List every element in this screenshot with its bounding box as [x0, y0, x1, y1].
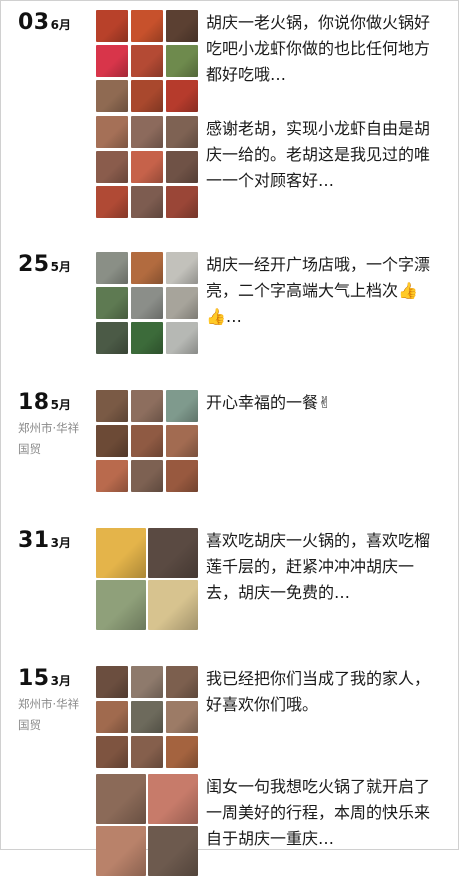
date-day: 18	[18, 390, 50, 415]
photo-grid[interactable]	[96, 390, 198, 492]
photo-thumbnail[interactable]	[131, 701, 163, 733]
photo-thumbnail[interactable]	[131, 10, 163, 42]
photo-thumbnail[interactable]	[131, 390, 163, 422]
photo-thumbnail[interactable]	[131, 116, 163, 148]
post-item[interactable]: 喜欢吃胡庆一火锅的，喜欢吃榴莲千层的，赶紧冲冲冲胡庆一去，胡庆一免费的…	[96, 528, 446, 632]
photo-thumbnail[interactable]	[131, 425, 163, 457]
photo-thumbnail[interactable]	[131, 252, 163, 284]
photo-thumbnail[interactable]	[148, 528, 198, 578]
location-label[interactable]: 郑州市·华祥国贸	[18, 418, 84, 460]
post-text[interactable]: 闺女一句我想吃火锅了就开启了一周美好的行程，本周的快乐来自于胡庆一重庆…	[206, 774, 444, 852]
photo-thumbnail[interactable]	[131, 460, 163, 492]
photo-thumbnail[interactable]	[96, 287, 128, 319]
photo-thumbnail[interactable]	[131, 80, 163, 112]
photo-thumbnail[interactable]	[96, 151, 128, 183]
photo-thumbnail[interactable]	[96, 826, 146, 876]
photo-thumbnail[interactable]	[96, 774, 146, 824]
photo-thumbnail[interactable]	[166, 666, 198, 698]
photo-thumbnail[interactable]	[166, 390, 198, 422]
post-text[interactable]: 我已经把你们当成了我的家人，好喜欢你们哦。	[206, 666, 444, 718]
photo-thumbnail[interactable]	[166, 116, 198, 148]
photo-thumbnail[interactable]	[166, 10, 198, 42]
date-month: 5月	[50, 398, 71, 412]
photo-thumbnail[interactable]	[148, 774, 198, 824]
photo-thumbnail[interactable]	[148, 826, 198, 876]
photo-thumbnail[interactable]	[166, 80, 198, 112]
photo-thumbnail[interactable]	[96, 45, 128, 77]
photo-thumbnail[interactable]	[96, 425, 128, 457]
post-text[interactable]: 喜欢吃胡庆一火锅的，喜欢吃榴莲千层的，赶紧冲冲冲胡庆一去，胡庆一免费的…	[206, 528, 444, 606]
photo-thumbnail[interactable]	[166, 252, 198, 284]
photo-thumbnail[interactable]	[96, 322, 128, 354]
photo-thumbnail[interactable]	[96, 252, 128, 284]
photo-thumbnail[interactable]	[166, 287, 198, 319]
photo-thumbnail[interactable]	[96, 528, 146, 578]
photo-thumbnail[interactable]	[166, 460, 198, 492]
location-label[interactable]: 郑州市·华祥国贸	[18, 694, 84, 736]
photo-thumbnail[interactable]	[131, 186, 163, 218]
post-text[interactable]: 开心幸福的一餐✌	[206, 390, 444, 416]
date-day: 25	[18, 252, 50, 277]
photo-thumbnail[interactable]	[131, 151, 163, 183]
post-text[interactable]: 胡庆一老火锅，你说你做火锅好吃吧小龙虾你做的也比任何地方都好吃哦…	[206, 10, 444, 88]
photo-thumbnail[interactable]	[96, 80, 128, 112]
date-label: 036月	[18, 10, 98, 35]
date-day: 15	[18, 666, 50, 691]
post-text[interactable]: 胡庆一经开广场店哦，一个字漂亮，二个字高端大气上档次👍👍…	[206, 252, 444, 330]
photo-thumbnail[interactable]	[166, 736, 198, 768]
photo-thumbnail[interactable]	[131, 287, 163, 319]
photo-thumbnail[interactable]	[131, 322, 163, 354]
date-month: 5月	[50, 260, 71, 274]
photo-grid[interactable]	[96, 10, 198, 112]
photo-grid[interactable]	[96, 666, 198, 768]
date-month: 6月	[50, 18, 71, 32]
photo-thumbnail[interactable]	[166, 186, 198, 218]
post-item[interactable]: 胡庆一经开广场店哦，一个字漂亮，二个字高端大气上档次👍👍…	[96, 252, 446, 356]
photo-thumbnail[interactable]	[96, 736, 128, 768]
post-item[interactable]: 感谢老胡，实现小龙虾自由是胡庆一给的。老胡这是我见过的唯一一个对顾客好…	[96, 116, 446, 220]
photo-grid[interactable]	[96, 528, 198, 630]
photo-thumbnail[interactable]	[96, 390, 128, 422]
photo-thumbnail[interactable]	[166, 151, 198, 183]
photo-thumbnail[interactable]	[96, 10, 128, 42]
date-label: 185月 郑州市·华祥国贸	[18, 390, 98, 460]
photo-thumbnail[interactable]	[96, 460, 128, 492]
date-label: 153月 郑州市·华祥国贸	[18, 666, 98, 736]
photo-thumbnail[interactable]	[96, 701, 128, 733]
post-item[interactable]: 胡庆一老火锅，你说你做火锅好吃吧小龙虾你做的也比任何地方都好吃哦…	[96, 10, 446, 114]
photo-thumbnail[interactable]	[131, 45, 163, 77]
photo-thumbnail[interactable]	[96, 580, 146, 630]
photo-grid[interactable]	[96, 252, 198, 354]
date-month: 3月	[50, 674, 71, 688]
photo-thumbnail[interactable]	[96, 186, 128, 218]
photo-grid[interactable]	[96, 116, 198, 218]
date-label: 255月	[18, 252, 98, 277]
post-item[interactable]: 闺女一句我想吃火锅了就开启了一周美好的行程，本周的快乐来自于胡庆一重庆…	[96, 774, 446, 878]
photo-thumbnail[interactable]	[166, 322, 198, 354]
post-item[interactable]: 我已经把你们当成了我的家人，好喜欢你们哦。	[96, 666, 446, 770]
photo-thumbnail[interactable]	[96, 666, 128, 698]
photo-grid[interactable]	[96, 774, 198, 876]
photo-thumbnail[interactable]	[148, 580, 198, 630]
photo-thumbnail[interactable]	[166, 45, 198, 77]
date-day: 31	[18, 528, 50, 553]
photo-thumbnail[interactable]	[166, 425, 198, 457]
photo-thumbnail[interactable]	[131, 736, 163, 768]
post-text[interactable]: 感谢老胡，实现小龙虾自由是胡庆一给的。老胡这是我见过的唯一一个对顾客好…	[206, 116, 444, 194]
photo-thumbnail[interactable]	[166, 701, 198, 733]
date-day: 03	[18, 10, 50, 35]
date-label: 313月	[18, 528, 98, 553]
photo-thumbnail[interactable]	[96, 116, 128, 148]
post-item[interactable]: 开心幸福的一餐✌	[96, 390, 446, 494]
date-month: 3月	[50, 536, 71, 550]
photo-thumbnail[interactable]	[131, 666, 163, 698]
